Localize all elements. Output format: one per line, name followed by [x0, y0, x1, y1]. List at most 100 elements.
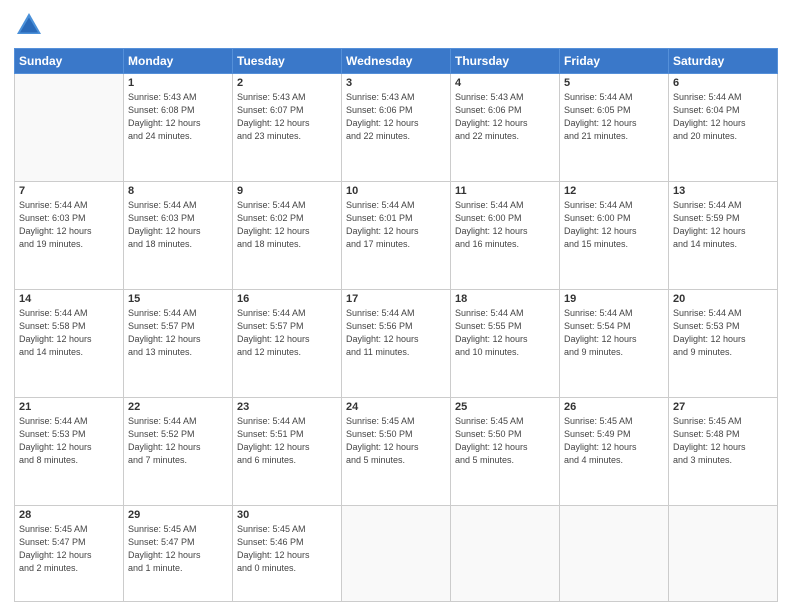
calendar-cell: 26 Sunrise: 5:45 AMSunset: 5:49 PMDayligh…: [560, 397, 669, 505]
calendar-cell: 22 Sunrise: 5:44 AMSunset: 5:52 PMDayligh…: [124, 397, 233, 505]
day-info: Sunrise: 5:43 AMSunset: 6:06 PMDaylight:…: [346, 91, 446, 143]
day-number: 29: [128, 509, 228, 521]
calendar-cell: 13 Sunrise: 5:44 AMSunset: 5:59 PMDayligh…: [669, 181, 778, 289]
day-info: Sunrise: 5:44 AMSunset: 6:00 PMDaylight:…: [455, 199, 555, 251]
day-number: 9: [237, 185, 337, 197]
day-info: Sunrise: 5:44 AMSunset: 5:55 PMDaylight:…: [455, 307, 555, 359]
day-number: 1: [128, 77, 228, 89]
day-number: 18: [455, 293, 555, 305]
day-info: Sunrise: 5:45 AMSunset: 5:50 PMDaylight:…: [455, 415, 555, 467]
day-number: 10: [346, 185, 446, 197]
calendar-cell: 20Sunrise: 5:44 AMSunset: 5:53 PMDayligh…: [669, 289, 778, 397]
weekday-header: Friday: [560, 49, 669, 74]
weekday-header: Wednesday: [342, 49, 451, 74]
day-number: 24: [346, 401, 446, 413]
day-info: Sunrise: 5:44 AMSunset: 6:03 PMDaylight:…: [19, 199, 119, 251]
day-number: 30: [237, 509, 337, 521]
day-info: Sunrise: 5:44 AMSunset: 5:57 PMDaylight:…: [237, 307, 337, 359]
calendar-cell: 29 Sunrise: 5:45 AMSunset: 5:47 PMDayligh…: [124, 505, 233, 601]
day-info: Sunrise: 5:44 AMSunset: 6:00 PMDaylight:…: [564, 199, 664, 251]
day-number: 19: [564, 293, 664, 305]
day-number: 28: [19, 509, 119, 521]
calendar-cell: [669, 505, 778, 601]
logo: [14, 10, 48, 40]
day-number: 7: [19, 185, 119, 197]
calendar-cell: 4Sunrise: 5:43 AMSunset: 6:06 PMDaylight…: [451, 74, 560, 182]
day-info: Sunrise: 5:44 AMSunset: 5:54 PMDaylight:…: [564, 307, 664, 359]
day-number: 8: [128, 185, 228, 197]
weekday-header: Sunday: [15, 49, 124, 74]
day-number: 14: [19, 293, 119, 305]
day-number: 12: [564, 185, 664, 197]
day-info: Sunrise: 5:45 AMSunset: 5:47 PMDaylight:…: [19, 523, 119, 575]
calendar-cell: 15 Sunrise: 5:44 AMSunset: 5:57 PMDayligh…: [124, 289, 233, 397]
day-number: 15: [128, 293, 228, 305]
day-number: 21: [19, 401, 119, 413]
day-number: 11: [455, 185, 555, 197]
day-info: Sunrise: 5:45 AMSunset: 5:46 PMDaylight:…: [237, 523, 337, 575]
calendar-cell: 16 Sunrise: 5:44 AMSunset: 5:57 PMDayligh…: [233, 289, 342, 397]
calendar-cell: 2 Sunrise: 5:43 AMSunset: 6:07 PMDaylight…: [233, 74, 342, 182]
calendar-cell: 9 Sunrise: 5:44 AMSunset: 6:02 PMDaylight…: [233, 181, 342, 289]
calendar-cell: 21 Sunrise: 5:44 AMSunset: 5:53 PMDayligh…: [15, 397, 124, 505]
day-info: Sunrise: 5:44 AMSunset: 6:04 PMDaylight:…: [673, 91, 773, 143]
calendar-cell: 18 Sunrise: 5:44 AMSunset: 5:55 PMDayligh…: [451, 289, 560, 397]
calendar-cell: 14 Sunrise: 5:44 AMSunset: 5:58 PMDayligh…: [15, 289, 124, 397]
day-info: Sunrise: 5:44 AMSunset: 6:03 PMDaylight:…: [128, 199, 228, 251]
day-info: Sunrise: 5:44 AMSunset: 6:02 PMDaylight:…: [237, 199, 337, 251]
day-info: Sunrise: 5:44 AMSunset: 6:01 PMDaylight:…: [346, 199, 446, 251]
day-info: Sunrise: 5:44 AMSunset: 5:52 PMDaylight:…: [128, 415, 228, 467]
calendar-cell: 7 Sunrise: 5:44 AMSunset: 6:03 PMDaylight…: [15, 181, 124, 289]
calendar-cell: 12 Sunrise: 5:44 AMSunset: 6:00 PMDayligh…: [560, 181, 669, 289]
day-info: Sunrise: 5:45 AMSunset: 5:48 PMDaylight:…: [673, 415, 773, 467]
calendar-cell: [342, 505, 451, 601]
calendar-cell: 17 Sunrise: 5:44 AMSunset: 5:56 PMDayligh…: [342, 289, 451, 397]
day-number: 17: [346, 293, 446, 305]
calendar-cell: 30 Sunrise: 5:45 AMSunset: 5:46 PMDayligh…: [233, 505, 342, 601]
calendar-cell: [560, 505, 669, 601]
day-number: 16: [237, 293, 337, 305]
day-number: 13: [673, 185, 773, 197]
page: SundayMondayTuesdayWednesdayThursdayFrid…: [0, 0, 792, 612]
day-number: 2: [237, 77, 337, 89]
day-info: Sunrise: 5:43 AMSunset: 6:08 PMDaylight:…: [128, 91, 228, 143]
calendar-cell: 1 Sunrise: 5:43 AMSunset: 6:08 PMDaylight…: [124, 74, 233, 182]
calendar-cell: 6 Sunrise: 5:44 AMSunset: 6:04 PMDaylight…: [669, 74, 778, 182]
day-info: Sunrise: 5:44 AMSunset: 5:51 PMDaylight:…: [237, 415, 337, 467]
day-info: Sunrise: 5:45 AMSunset: 5:49 PMDaylight:…: [564, 415, 664, 467]
weekday-header: Tuesday: [233, 49, 342, 74]
calendar-cell: 3 Sunrise: 5:43 AMSunset: 6:06 PMDaylight…: [342, 74, 451, 182]
day-number: 6: [673, 77, 773, 89]
day-number: 23: [237, 401, 337, 413]
calendar-cell: 23 Sunrise: 5:44 AMSunset: 5:51 PMDayligh…: [233, 397, 342, 505]
day-number: 26: [564, 401, 664, 413]
day-info: Sunrise: 5:44 AMSunset: 5:56 PMDaylight:…: [346, 307, 446, 359]
day-number: 22: [128, 401, 228, 413]
day-number: 27: [673, 401, 773, 413]
calendar-cell: 11 Sunrise: 5:44 AMSunset: 6:00 PMDayligh…: [451, 181, 560, 289]
day-info: Sunrise: 5:45 AMSunset: 5:50 PMDaylight:…: [346, 415, 446, 467]
calendar-cell: 25 Sunrise: 5:45 AMSunset: 5:50 PMDayligh…: [451, 397, 560, 505]
day-info: Sunrise: 5:44 AMSunset: 5:53 PMDaylight:…: [19, 415, 119, 467]
day-number: 5: [564, 77, 664, 89]
day-info: Sunrise: 5:45 AMSunset: 5:47 PMDaylight:…: [128, 523, 228, 575]
calendar-cell: 8 Sunrise: 5:44 AMSunset: 6:03 PMDaylight…: [124, 181, 233, 289]
day-info: Sunrise: 5:44 AMSunset: 5:59 PMDaylight:…: [673, 199, 773, 251]
calendar-cell: 5 Sunrise: 5:44 AMSunset: 6:05 PMDaylight…: [560, 74, 669, 182]
calendar-table: SundayMondayTuesdayWednesdayThursdayFrid…: [14, 48, 778, 602]
day-number: 25: [455, 401, 555, 413]
day-info: Sunrise: 5:44 AMSunset: 5:57 PMDaylight:…: [128, 307, 228, 359]
calendar-cell: 19 Sunrise: 5:44 AMSunset: 5:54 PMDayligh…: [560, 289, 669, 397]
weekday-header: Saturday: [669, 49, 778, 74]
header: [14, 10, 778, 40]
day-info: Sunrise: 5:44 AMSunset: 5:53 PMDaylight:…: [673, 307, 773, 359]
calendar-cell: 24 Sunrise: 5:45 AMSunset: 5:50 PMDayligh…: [342, 397, 451, 505]
day-info: Sunrise: 5:44 AMSunset: 5:58 PMDaylight:…: [19, 307, 119, 359]
logo-icon: [14, 10, 44, 40]
day-number: 3: [346, 77, 446, 89]
calendar-cell: 10 Sunrise: 5:44 AMSunset: 6:01 PMDayligh…: [342, 181, 451, 289]
weekday-header: Monday: [124, 49, 233, 74]
day-info: Sunrise: 5:44 AMSunset: 6:05 PMDaylight:…: [564, 91, 664, 143]
calendar-cell: 27 Sunrise: 5:45 AMSunset: 5:48 PMDayligh…: [669, 397, 778, 505]
day-info: Sunrise: 5:43 AMSunset: 6:07 PMDaylight:…: [237, 91, 337, 143]
